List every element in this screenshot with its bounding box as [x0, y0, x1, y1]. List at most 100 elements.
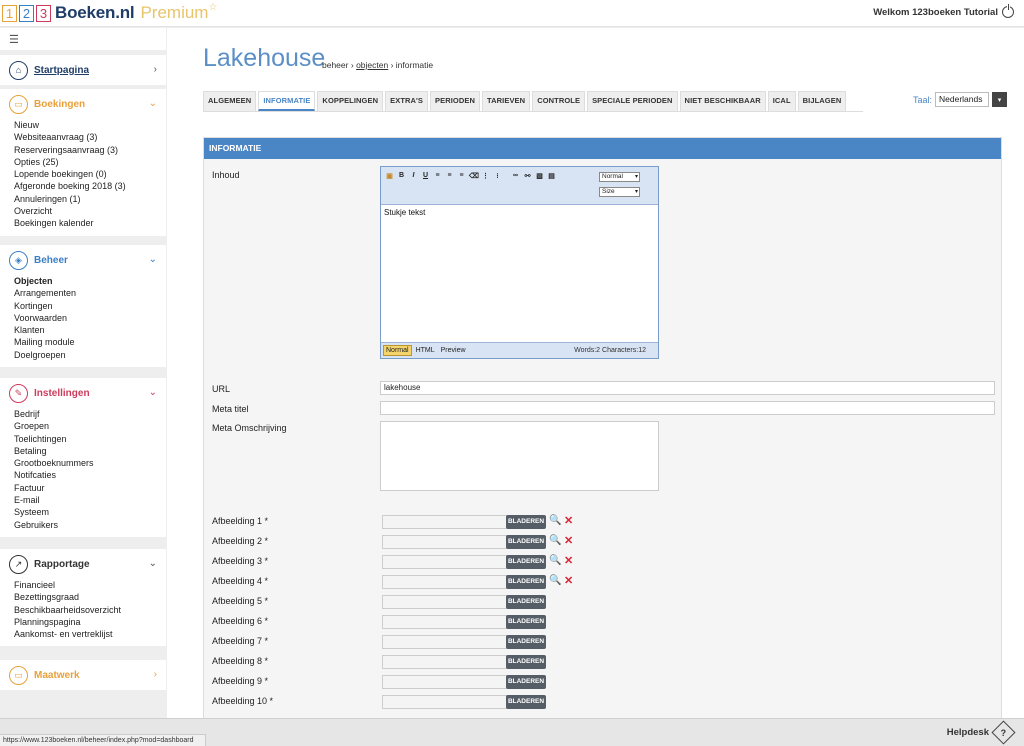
sidebar-item-nieuw[interactable]: Nieuw [14, 119, 166, 131]
sidebar-item-objecten[interactable]: Objecten [14, 275, 166, 287]
browse-button[interactable]: BLADEREN [506, 675, 546, 689]
tab-speciale-perioden[interactable]: SPECIALE PERIODEN [587, 91, 678, 111]
sidebar-title-startpagina[interactable]: Startpagina [34, 65, 89, 76]
mode-preview-button[interactable]: Preview [439, 346, 468, 355]
align-right-icon[interactable]: ≡ [457, 172, 466, 180]
sidebar-title-maatwerk[interactable]: Maatwerk [34, 670, 80, 681]
bold-button[interactable]: B [397, 172, 406, 180]
italic-button[interactable]: I [409, 172, 418, 180]
menu-toggle[interactable]: ☰ [0, 28, 166, 50]
sidebar-item-grootboeknummers[interactable]: Grootboeknummers [14, 457, 166, 469]
sidebar-item-arrangementen[interactable]: Arrangementen [14, 287, 166, 299]
browse-button[interactable]: BLADEREN [506, 535, 546, 549]
browse-button[interactable]: BLADEREN [506, 575, 546, 589]
image-file-input[interactable] [382, 675, 508, 689]
table-icon[interactable]: ▤ [547, 172, 556, 180]
chevron-down-icon[interactable]: ⌄ [149, 558, 157, 569]
sidebar-item-beschikbaarheidsoverzicht[interactable]: Beschikbaarheidsoverzicht [14, 604, 166, 616]
sidebar-title-boekingen[interactable]: Boekingen [34, 99, 85, 110]
language-selector[interactable]: Taal: Nederlands ▾ [913, 92, 1008, 107]
tab-algemeen[interactable]: ALGEMEEN [203, 91, 257, 111]
chevron-down-icon[interactable]: ⌄ [149, 98, 157, 109]
browse-button[interactable]: BLADEREN [506, 655, 546, 669]
link-icon[interactable]: ∞ [511, 172, 520, 180]
chevron-right-icon[interactable]: › [154, 64, 157, 75]
app-logo[interactable]: 1 2 3 Boeken.nl Premium ☆ [2, 2, 217, 23]
image-file-input[interactable] [382, 635, 508, 649]
browse-button[interactable]: BLADEREN [506, 615, 546, 629]
sidebar-item-gebruikers[interactable]: Gebruikers [14, 519, 166, 531]
align-center-icon[interactable]: ≡ [445, 172, 454, 180]
browse-button[interactable]: BLADEREN [506, 595, 546, 609]
sidebar-item-toelichtingen[interactable]: Toelichtingen [14, 433, 166, 445]
size-select[interactable]: Size [599, 187, 640, 197]
browse-button[interactable]: BLADEREN [506, 695, 546, 709]
chevron-down-icon[interactable]: ▾ [992, 92, 1008, 107]
browse-button[interactable]: BLADEREN [506, 515, 546, 529]
browse-button[interactable]: BLADEREN [506, 635, 546, 649]
sidebar-item-systeem[interactable]: Systeem [14, 506, 166, 518]
sidebar-item-planningspagina[interactable]: Planningspagina [14, 616, 166, 628]
unlink-icon[interactable]: ⚯ [523, 172, 532, 180]
sidebar-title-beheer[interactable]: Beheer [34, 255, 68, 266]
sidebar-item-factuur[interactable]: Factuur [14, 482, 166, 494]
mode-normal-button[interactable]: Normal [383, 345, 412, 356]
tab-perioden[interactable]: PERIODEN [430, 91, 481, 111]
meta-description-textarea[interactable] [380, 421, 659, 491]
image-file-input[interactable] [382, 655, 508, 669]
helpdesk-button[interactable]: Helpdesk ? [947, 720, 1016, 745]
user-menu[interactable]: Welkom 123boeken Tutorial [873, 4, 1014, 18]
browse-button[interactable]: BLADEREN [506, 555, 546, 569]
sidebar-item-voorwaarden[interactable]: Voorwaarden [14, 312, 166, 324]
view-image-icon[interactable]: 🔍 [549, 515, 561, 526]
align-left-icon[interactable]: ≡ [433, 172, 442, 180]
sidebar-item-financieel[interactable]: Financieel [14, 579, 166, 591]
image-file-input[interactable] [382, 595, 508, 609]
rich-text-editor[interactable]: ▣ B I U ≡ ≡ ≡ ⌫ ⋮ ⁝ ∞ ⚯ ▧ ▤ Normal Size [380, 166, 659, 359]
ordered-list-icon[interactable]: ⋮ [481, 172, 490, 180]
view-image-icon[interactable]: 🔍 [549, 535, 561, 546]
sidebar-item-e-mail[interactable]: E-mail [14, 494, 166, 506]
sidebar-item-afgeronde-boeking[interactable]: Afgeronde boeking 2018 (3) [14, 180, 166, 192]
sidebar-title-rapportage[interactable]: Rapportage [34, 559, 90, 570]
image-file-input[interactable] [382, 575, 508, 589]
underline-button[interactable]: U [421, 172, 430, 180]
chevron-right-icon[interactable]: › [154, 669, 157, 680]
view-image-icon[interactable]: 🔍 [549, 555, 561, 566]
sidebar-item-groepen[interactable]: Groepen [14, 420, 166, 432]
sidebar-title-instellingen[interactable]: Instellingen [34, 388, 90, 399]
tab-bijlagen[interactable]: BIJLAGEN [797, 91, 847, 111]
image-file-input[interactable] [382, 615, 508, 629]
sidebar-section-startpagina[interactable]: ⌂ Startpagina › [0, 55, 166, 85]
image-file-input[interactable] [382, 555, 508, 569]
sidebar-item-klanten[interactable]: Klanten [14, 324, 166, 336]
sidebar-item-boekingen-kalender[interactable]: Boekingen kalender [14, 217, 166, 229]
tab-extras[interactable]: EXTRA'S [385, 91, 429, 111]
sidebar-item-lopende-boekingen[interactable]: Lopende boekingen (0) [14, 168, 166, 180]
tab-ical[interactable]: ICAL [767, 91, 796, 111]
tab-controle[interactable]: CONTROLE [532, 91, 586, 111]
delete-image-icon[interactable]: ✕ [564, 574, 573, 587]
sidebar-item-kortingen[interactable]: Kortingen [14, 300, 166, 312]
sidebar-item-opties[interactable]: Opties (25) [14, 156, 166, 168]
sidebar-section-maatwerk[interactable]: ▭ Maatwerk › [0, 660, 166, 690]
sidebar-item-websiteaanvraag[interactable]: Websiteaanvraag (3) [14, 131, 166, 143]
sidebar-item-notifcaties[interactable]: Notifcaties [14, 469, 166, 481]
delete-image-icon[interactable]: ✕ [564, 554, 573, 567]
sidebar-item-mailing-module[interactable]: Mailing module [14, 336, 166, 348]
tab-koppelingen[interactable]: KOPPELINGEN [317, 91, 384, 111]
language-select[interactable]: Nederlands [935, 92, 990, 107]
paste-icon[interactable]: ▣ [385, 172, 394, 180]
chevron-down-icon[interactable]: ⌄ [149, 387, 157, 398]
delete-image-icon[interactable]: ✕ [564, 514, 573, 527]
sidebar-item-aankomst-vertreklijst[interactable]: Aankomst- en vertreklijst [14, 628, 166, 640]
editor-content[interactable]: Stukje tekst [381, 205, 658, 341]
sidebar-item-annuleringen[interactable]: Annuleringen (1) [14, 193, 166, 205]
image-file-input[interactable] [382, 535, 508, 549]
power-icon[interactable] [1002, 4, 1014, 18]
sidebar-item-bedrijf[interactable]: Bedrijf [14, 408, 166, 420]
sidebar-item-betaling[interactable]: Betaling [14, 445, 166, 457]
image-file-input[interactable] [382, 695, 508, 709]
unordered-list-icon[interactable]: ⁝ [493, 172, 502, 180]
tab-tarieven[interactable]: TARIEVEN [482, 91, 531, 111]
